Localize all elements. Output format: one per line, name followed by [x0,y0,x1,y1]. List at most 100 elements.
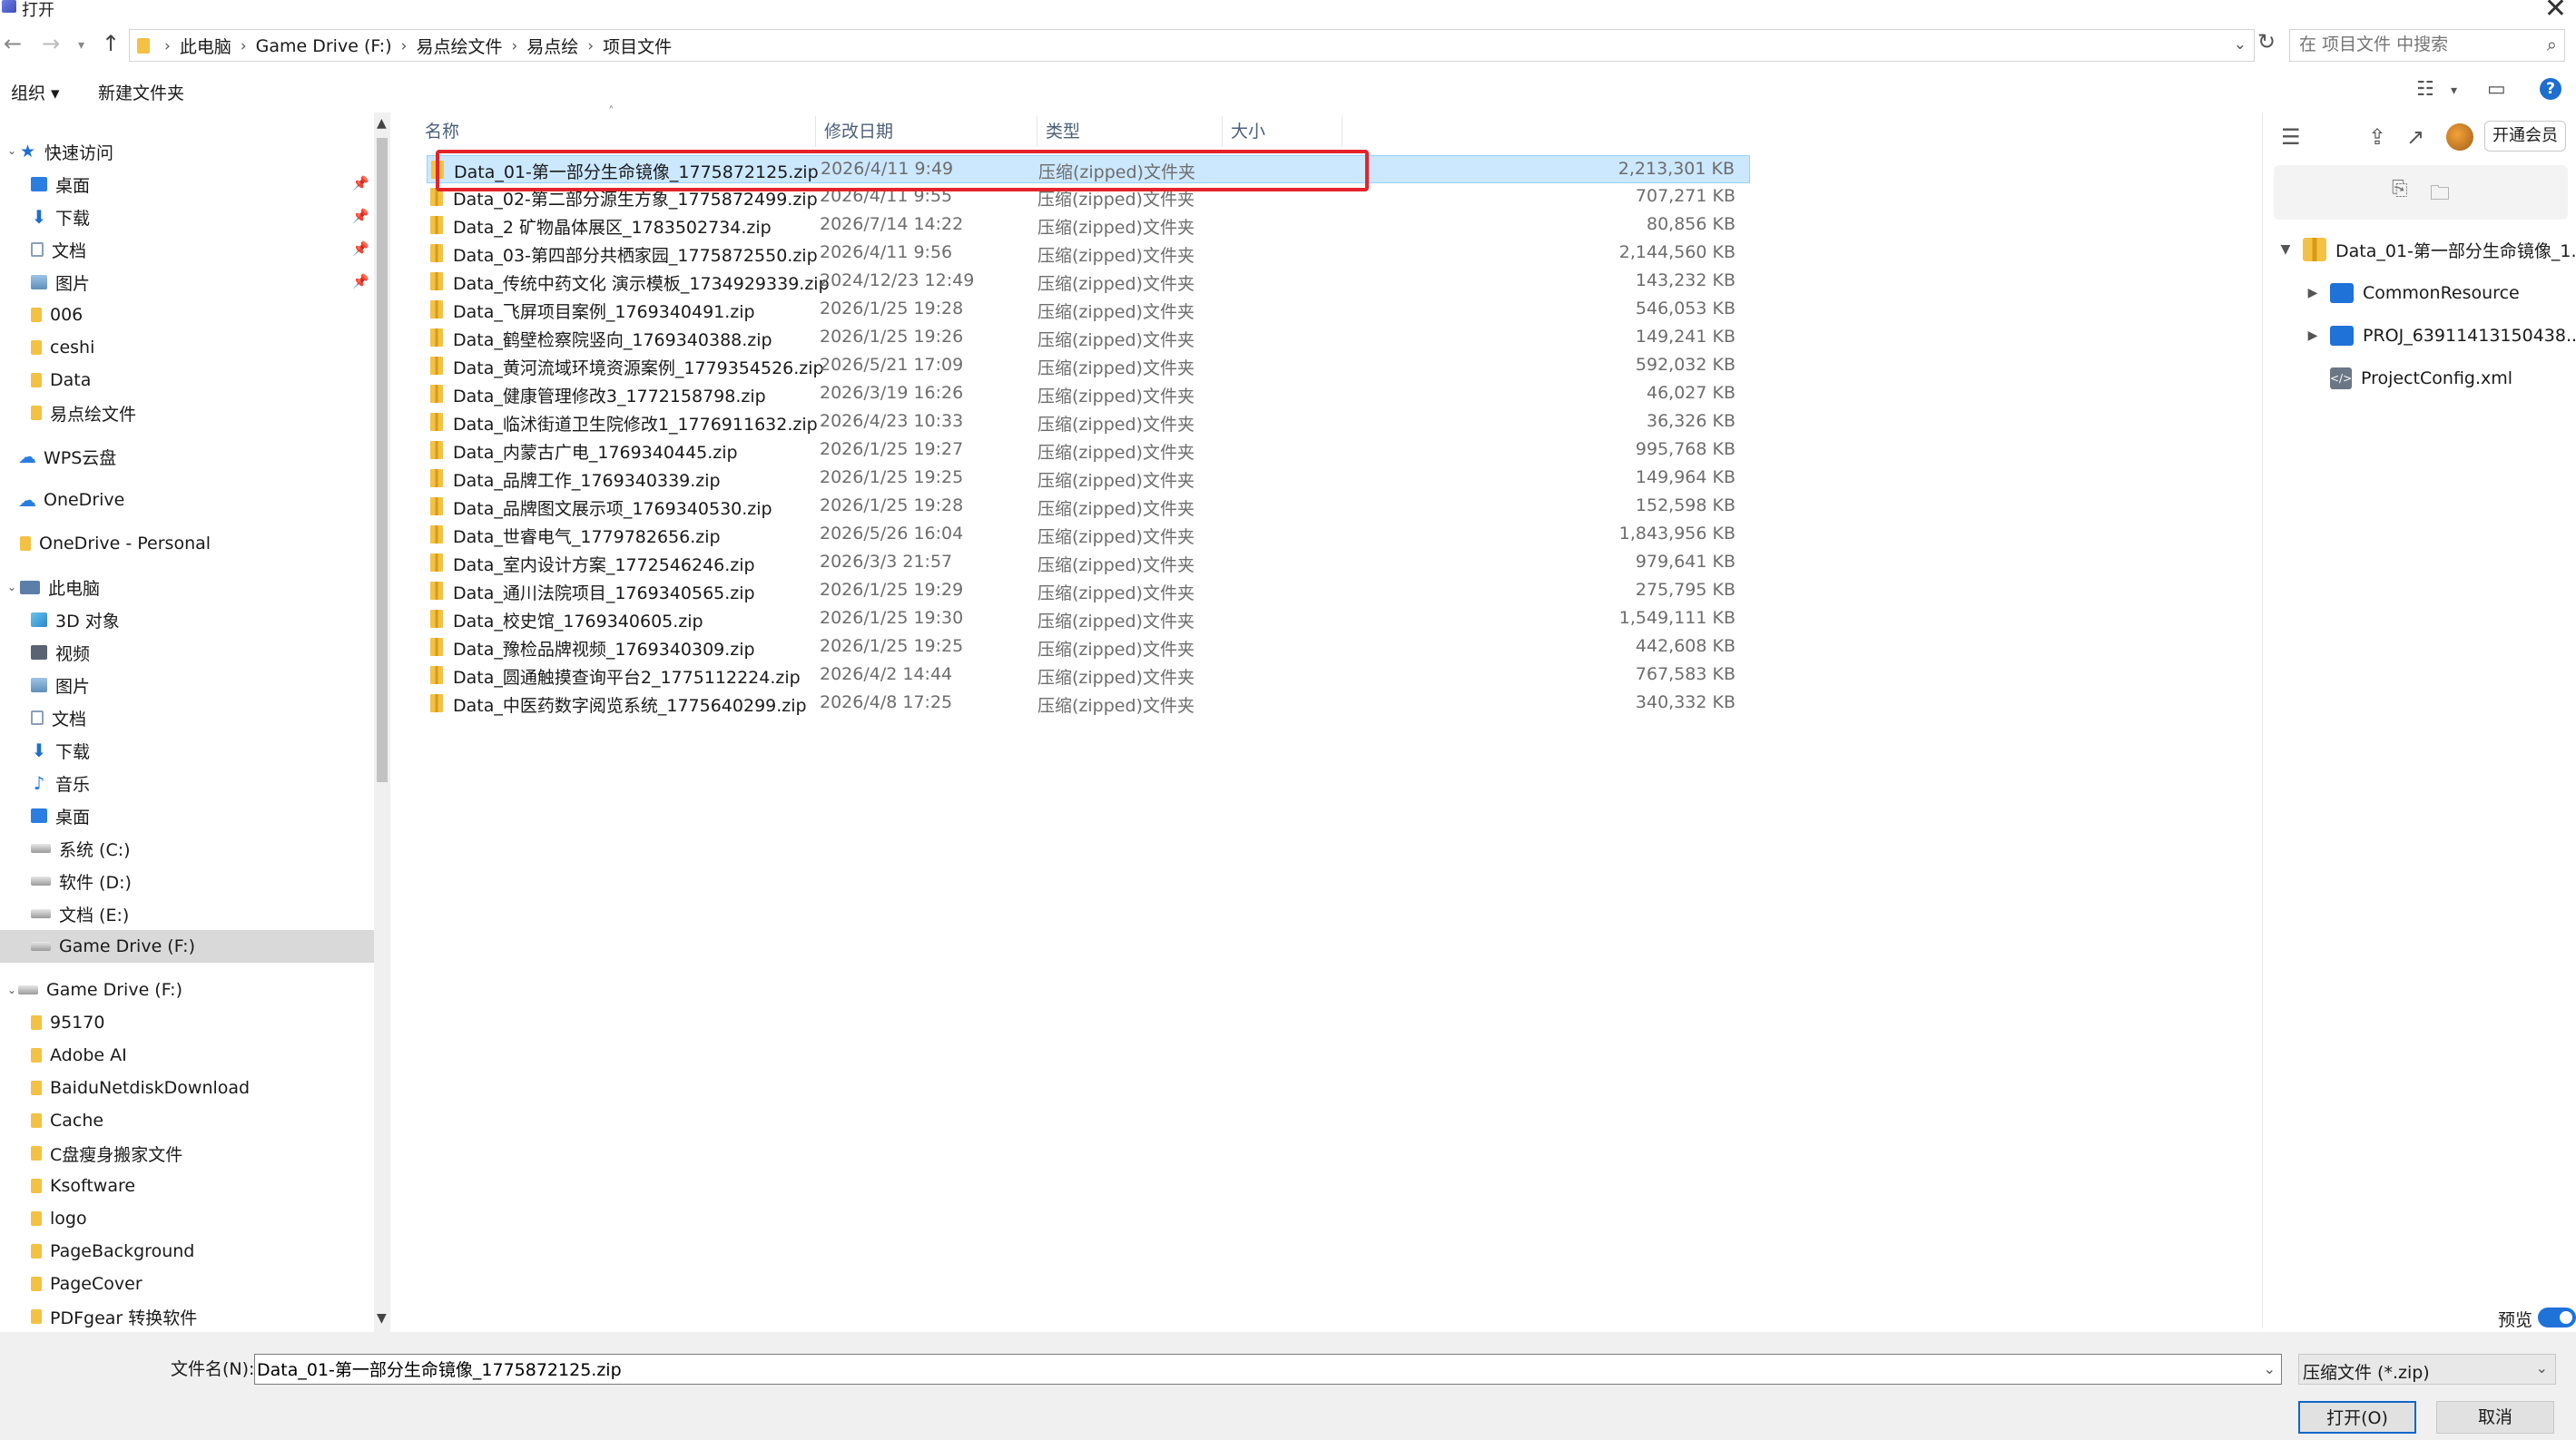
preview-toggle[interactable] [2538,1308,2576,1327]
chevron-down-icon[interactable]: ⌄ [2536,1359,2548,1376]
column-header-type[interactable]: 类型 [1046,118,1080,142]
filename-field[interactable]: ⌄ [254,1354,2282,1385]
nav-item-downloads[interactable]: ⬇ 下载 [31,201,90,233]
chevron-down-icon[interactable]: ⌄ [7,984,16,996]
nav-item-folder[interactable]: PDFgear 转换软件 [31,1300,197,1328]
nav-item-folder[interactable]: BaiduNetdiskDownload [31,1072,250,1104]
copy-icon[interactable]: ⎘ [2392,178,2408,201]
open-button[interactable]: 打开(O) [2298,1401,2416,1434]
file-row[interactable]: Data_豫检品牌视频_1769340309.zip 2026/1/25 19:2… [427,633,1750,661]
chevron-right-icon[interactable]: › [587,37,594,55]
file-row[interactable]: Data_临沭街道卫生院修改1_1776911632.zip 2026/4/23 … [427,408,1750,436]
nav-item-drive-e[interactable]: 文档 (E:) [31,897,129,930]
file-row[interactable]: Data_鹤壁检察院竖向_1769340388.zip 2026/1/25 19:… [427,324,1750,352]
file-row[interactable]: Data_校史馆_1769340605.zip 2026/1/25 19:30 压缩… [427,605,1750,633]
nav-scrollbar[interactable]: ▲ ▼ [374,113,390,1333]
nav-item-folder[interactable]: Adobe AI [31,1039,127,1072]
avatar[interactable] [2446,123,2473,151]
breadcrumb-item[interactable]: 易点绘 [526,34,578,58]
nav-item-folder[interactable]: 95170 [31,1006,104,1039]
nav-item-wps-cloud[interactable]: ☁ WPS云盘 [18,440,116,473]
forward-arrow-icon[interactable]: → [42,31,60,56]
nav-item-folder[interactable]: Cache [31,1104,103,1137]
search-box[interactable]: ⌕ [2289,29,2565,62]
view-options-icon[interactable]: ☷ [2416,78,2434,101]
search-input[interactable] [2299,30,2535,59]
help-icon[interactable]: ? [2540,78,2561,100]
file-row[interactable]: Data_圆通触摸查询平台2_1775112224.zip 2026/4/2 14… [427,661,1750,690]
nav-item-pictures[interactable]: 图片 [31,266,90,299]
close-icon[interactable]: ✕ [2544,0,2567,24]
file-row[interactable]: Data_世睿电气_1779782656.zip 2026/5/26 16:04 压… [427,521,1750,549]
chevron-right-icon[interactable]: › [401,37,408,55]
file-row[interactable]: Data_健康管理修改3_1772158798.zip 2026/3/19 16:… [427,380,1750,408]
nav-item-onedrive[interactable]: ☁ OneDrive [18,484,124,516]
breadcrumb-item[interactable]: Game Drive (F:) [256,36,392,56]
column-divider[interactable] [1222,116,1223,147]
nav-item-folder[interactable]: ceshi [31,331,94,364]
nav-item-drive-d[interactable]: 软件 (D:) [31,865,132,897]
file-row[interactable]: Data_飞屏项目案例_1769340491.zip 2026/1/25 19:2… [427,296,1750,324]
vip-button[interactable]: 开通会员 [2484,121,2566,152]
nav-item-folder[interactable]: PageCover [31,1268,143,1300]
nav-item-pictures[interactable]: 图片 [31,669,90,701]
nav-item-folder[interactable]: C盘瘦身搬家文件 [31,1137,182,1170]
pin-icon[interactable]: 📌 [352,208,369,224]
tree-node-folder[interactable]: ▶ CommonResource [2305,276,2520,310]
chevron-down-icon[interactable]: ⌄ [2264,1360,2276,1377]
file-row[interactable]: Data_通川法院项目_1769340565.zip 2026/1/25 19:2… [427,577,1750,605]
nav-item-3d-objects[interactable]: 3D 对象 [31,603,120,636]
nav-item-game-drive[interactable]: Game Drive (F:) [18,974,182,1006]
nav-item-documents[interactable]: 文档 [31,701,86,734]
recent-locations-chevron-icon[interactable]: ▾ [78,38,84,53]
chevron-down-icon[interactable]: ⌄ [2234,35,2247,54]
scrollbar-thumb[interactable] [377,138,388,782]
file-row[interactable]: Data_传统中药文化 演示模板_1734929339.zip 2024/12/2… [427,268,1750,296]
folder-open-icon[interactable]: 🗀 [2430,178,2450,212]
tree-node-folder[interactable]: ▶ PROJ_63911413150438... [2305,318,2576,353]
filetype-select[interactable]: 压缩文件 (*.zip) ⌄ [2298,1354,2556,1385]
file-row[interactable]: Data_黄河流域环境资源案例_1779354526.zip 2026/5/21 … [427,352,1750,380]
collapsed-triangle-icon[interactable]: ▶ [2305,328,2321,343]
filename-input[interactable] [257,1355,2236,1382]
nav-item-downloads[interactable]: ⬇ 下载 [31,734,90,767]
cancel-button[interactable]: 取消 [2436,1401,2554,1434]
expanded-triangle-icon[interactable]: ▼ [2277,242,2294,257]
chevron-right-icon[interactable]: › [511,37,517,55]
column-header-name[interactable]: 名称 [425,118,459,142]
tree-node-root[interactable]: ▼ Data_01-第一部分生命镜像_1... [2277,232,2576,267]
nav-item-drive-f[interactable]: Game Drive (F:) [0,930,374,963]
file-row[interactable]: Data_03-第四部分共栖家园_1775872550.zip 2026/4/11… [427,240,1750,268]
nav-item-folder[interactable]: logo [31,1202,87,1235]
breadcrumb-item[interactable]: 易点绘文件 [416,34,502,58]
search-icon[interactable]: ⌕ [2547,34,2557,55]
chevron-down-icon[interactable]: ⌄ [7,581,16,593]
breadcrumb-item[interactable]: 此电脑 [180,34,231,58]
nav-item-onedrive-personal[interactable]: OneDrive - Personal [20,527,211,560]
share-icon[interactable]: ↗ [2406,124,2424,150]
scroll-down-arrow-icon[interactable]: ▼ [377,1311,387,1326]
nav-item-videos[interactable]: 视频 [31,636,90,669]
nav-item-drive-c[interactable]: 系统 (C:) [31,832,131,865]
nav-item-music[interactable]: ♪ 音乐 [31,767,90,799]
file-row[interactable]: Data_2 矿物晶体展区_1783502734.zip 2026/7/14 14… [427,211,1750,240]
nav-item-documents[interactable]: 文档 [31,233,86,266]
file-row[interactable]: Data_室内设计方案_1772546246.zip 2026/3/3 21:57… [427,549,1750,577]
tree-node-file[interactable]: </> ProjectConfig.xml [2330,361,2512,396]
chevron-down-icon[interactable]: ⌄ [7,144,16,157]
collapsed-triangle-icon[interactable]: ▶ [2305,286,2321,300]
back-arrow-icon[interactable]: ← [4,31,22,56]
nav-item-folder[interactable]: 易点绘文件 [31,397,136,429]
menu-icon[interactable]: ☰ [2281,124,2301,150]
refresh-icon[interactable]: ↻ [2257,29,2276,54]
nav-item-this-pc[interactable]: 此电脑 [20,571,100,603]
column-divider[interactable] [815,116,816,147]
up-arrow-icon[interactable]: ↑ [102,31,120,56]
cloud-upload-icon[interactable]: ⇪ [2368,124,2386,150]
file-row[interactable]: Data_内蒙古广电_1769340445.zip 2026/1/25 19:27… [427,436,1750,465]
column-header-date[interactable]: 修改日期 [824,118,893,142]
pin-icon[interactable]: 📌 [352,175,369,191]
file-row[interactable]: Data_中医药数字阅览系统_1775640299.zip 2026/4/8 17… [427,690,1750,718]
nav-item-folder[interactable]: PageBackground [31,1235,194,1268]
chevron-right-icon[interactable]: › [241,37,247,55]
